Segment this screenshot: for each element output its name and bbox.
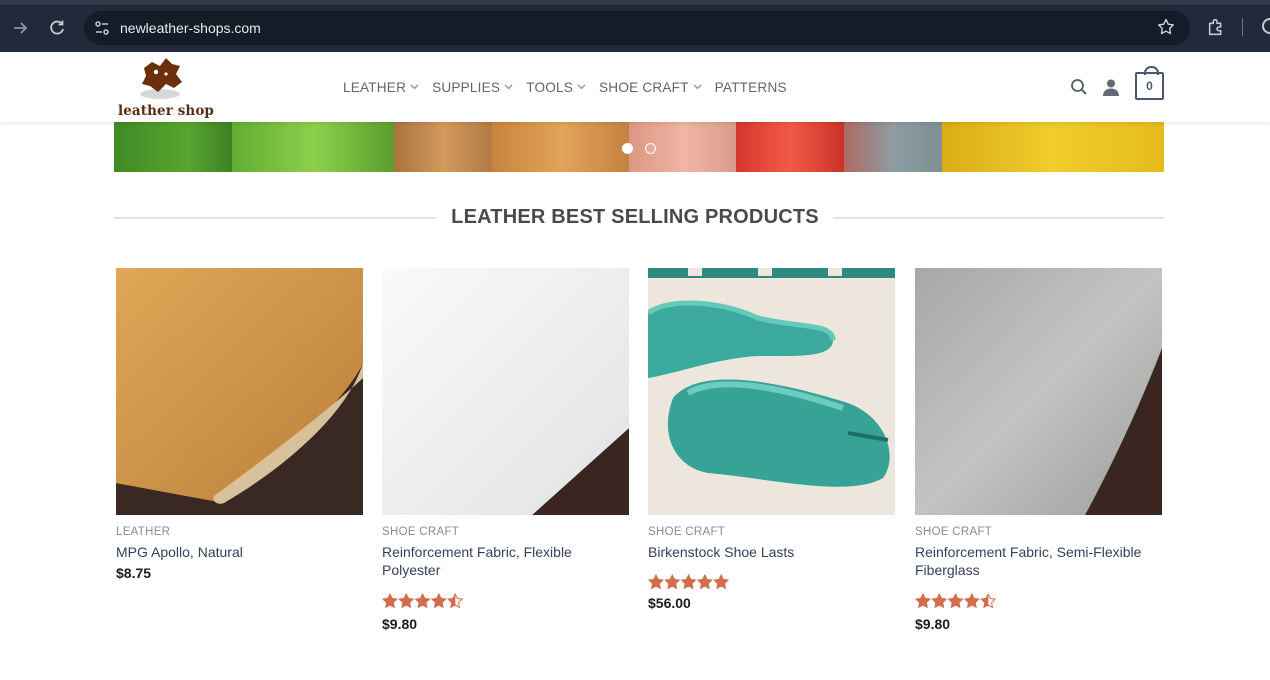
product-name[interactable]: Reinforcement Fabric, Flexible Polyester [382,543,629,579]
nav-patterns[interactable]: PATTERNS [715,80,787,95]
chevron-down-icon [504,84,513,90]
product-name[interactable]: Reinforcement Fabric, Semi-Flexible Fibe… [915,543,1162,579]
leather-swatch-lime [232,122,397,172]
product-name[interactable]: MPG Apollo, Natural [116,543,363,561]
leather-swatch-green [114,122,236,172]
rating-stars [915,592,1162,610]
forward-icon[interactable] [9,16,33,40]
nav-label[interactable]: SHOE CRAFT [599,80,689,95]
product-category[interactable]: SHOE CRAFT [915,526,1162,538]
star-rating-icons [915,592,997,609]
bookmark-star-icon[interactable] [1156,17,1176,37]
product-image[interactable] [648,268,895,515]
reload-icon[interactable] [45,16,69,40]
profile-icon[interactable] [1262,18,1270,34]
nav-leather[interactable]: LEATHER [343,80,419,95]
product-card[interactable]: LEATHER MPG Apollo, Natural $8.75 [116,268,363,581]
slider-dot-1[interactable] [622,143,633,154]
section-title: LEATHER BEST SELLING PRODUCTS [0,206,1270,229]
chevron-down-icon [693,84,702,90]
nav-tools[interactable]: TOOLS [526,80,586,95]
account-icon[interactable] [1101,77,1121,97]
cart-count: 0 [1146,79,1153,93]
rating-stars [648,573,895,591]
site-info-icon[interactable] [92,18,112,38]
chevron-down-icon [577,84,586,90]
leather-swatch-caramel [492,122,632,172]
logo-text[interactable]: leather shop [118,103,214,119]
rating-stars [382,592,629,610]
product-price: $9.80 [915,616,951,632]
star-rating-icons [382,592,464,609]
hero-slider[interactable] [114,122,1164,172]
slider-dot-2[interactable] [645,143,656,154]
chevron-down-icon [410,84,419,90]
product-card[interactable]: SHOE CRAFT Reinforcement Fabric, Flexibl… [382,268,629,632]
product-image[interactable] [116,268,363,515]
url-text[interactable]: newleather-shops.com [120,11,261,45]
leather-swatch-yellow [942,122,1164,172]
toolbar-divider [1242,18,1243,36]
tab-strip [0,0,1270,5]
nav-label[interactable]: LEATHER [343,80,406,95]
product-price: $56.00 [648,595,691,611]
product-image[interactable] [382,268,629,515]
nav-label[interactable]: SUPPLIES [432,80,500,95]
nav-supplies[interactable]: SUPPLIES [432,80,513,95]
section-title-text: LEATHER BEST SELLING PRODUCTS [437,206,833,228]
product-category[interactable]: SHOE CRAFT [382,526,629,538]
browser-toolbar: newleather-shops.com [0,0,1270,52]
main-navigation: LEATHER SUPPLIES TOOLS SHOE CRAFT PATTER… [343,52,800,122]
leather-swatch-tan [394,122,494,172]
product-image[interactable] [915,268,1162,515]
leather-swatch-red [736,122,846,172]
cart-icon[interactable]: 0 [1135,66,1164,100]
product-category[interactable]: LEATHER [116,526,363,538]
star-rating-icons [648,573,730,590]
product-price: $8.75 [116,565,152,581]
nav-label[interactable]: TOOLS [526,80,573,95]
address-bar[interactable]: newleather-shops.com [84,11,1190,45]
product-price: $9.80 [382,616,418,632]
product-name[interactable]: Birkenstock Shoe Lasts [648,543,895,561]
nav-label[interactable]: PATTERNS [715,80,787,95]
nav-shoe-craft[interactable]: SHOE CRAFT [599,80,702,95]
product-card[interactable]: SHOE CRAFT Reinforcement Fabric, Semi-Fl… [915,268,1162,632]
site-header: leather shop LEATHER SUPPLIES TOOLS SHOE… [0,52,1270,122]
product-category[interactable]: SHOE CRAFT [648,526,895,538]
leather-swatch-grey [844,122,944,172]
product-card[interactable]: SHOE CRAFT Birkenstock Shoe Lasts $56.00 [648,268,895,611]
extensions-icon[interactable] [1206,16,1228,38]
search-icon[interactable] [1069,77,1089,97]
